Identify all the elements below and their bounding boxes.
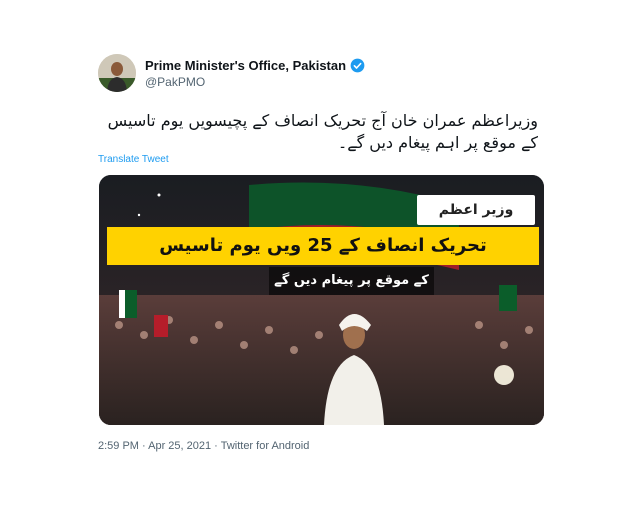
tweet-card: Prime Minister's Office, Pakistan @PakPM… [0,0,640,513]
account-name-row[interactable]: Prime Minister's Office, Pakistan [145,58,365,73]
translate-tweet-link[interactable]: Translate Tweet [98,154,169,165]
tweet-media-image[interactable]: وزیر اعظم عمران خان تحریک انصاف کے 25 وی… [99,175,544,425]
media-banner-top: وزیر اعظم عمران خان [417,195,535,248]
media-banner-middle: تحریک انصاف کے 25 ویں یوم تاسیس [107,227,539,265]
tweet-timestamp[interactable]: 2:59 PM · Apr 25, 2021 · Twitter for And… [98,440,309,452]
avatar[interactable] [98,54,136,92]
verified-badge-icon [350,58,365,73]
account-handle[interactable]: @PakPMO [145,75,205,89]
account-name[interactable]: Prime Minister's Office, Pakistan [145,58,346,73]
media-banner-bottom: کے موقع پر پیغام دیں گے [269,267,434,295]
tweet-text: وزیراعظم عمران خان آج تحریک انصاف کے پچی… [107,111,538,152]
